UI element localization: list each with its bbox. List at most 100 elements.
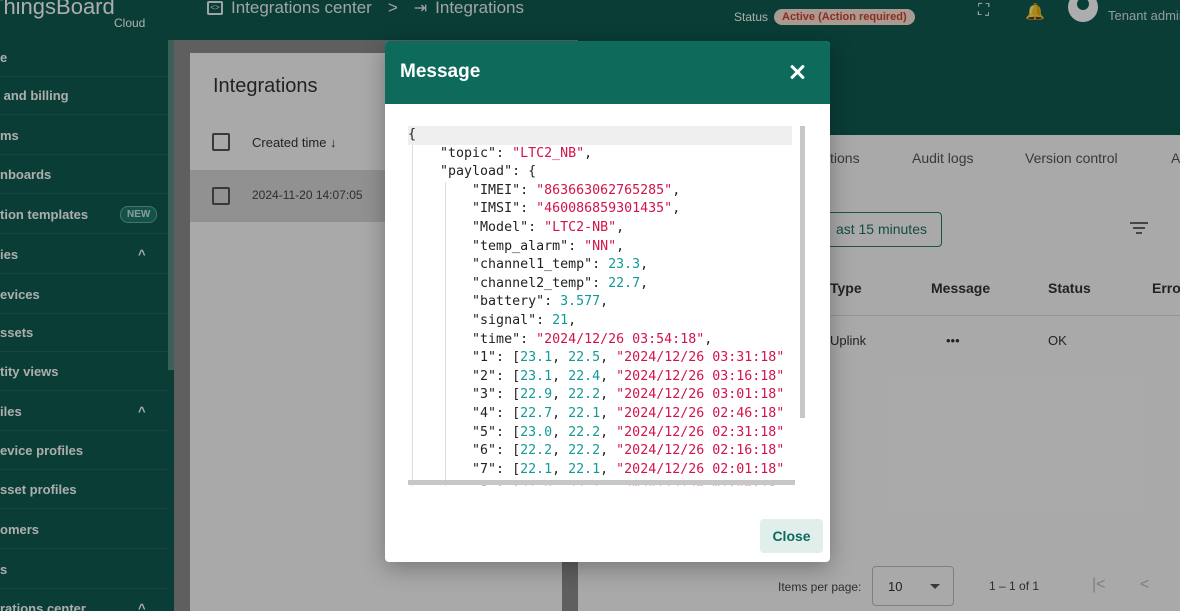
json-token: "payload": { xyxy=(408,164,537,180)
json-number: 22.2 xyxy=(568,387,601,403)
json-line: "battery": 3.577, xyxy=(408,293,608,312)
json-token: , xyxy=(600,387,617,403)
json-line: "2": [23.1, 22.4, "2024/12/26 03:16:18" xyxy=(408,368,784,387)
json-line: "Model": "LTC2-NB", xyxy=(408,219,624,238)
json-string: "LTC2-NB" xyxy=(544,220,617,235)
json-number: 3.577 xyxy=(560,294,601,310)
json-line: "signal": 21, xyxy=(408,312,576,331)
json-token: , xyxy=(552,406,569,421)
json-token: "2": [ xyxy=(408,368,521,384)
horizontal-scrollbar[interactable] xyxy=(408,480,795,485)
json-token: , xyxy=(600,406,617,421)
json-token: { xyxy=(408,127,417,142)
json-number: 23.0 xyxy=(520,424,553,440)
json-token: "4": [ xyxy=(408,406,521,421)
json-string: "863663062765285" xyxy=(536,182,673,198)
json-number: 22.9 xyxy=(520,387,553,403)
json-token: "6": [ xyxy=(408,443,521,459)
json-token: "channel2_temp": xyxy=(408,275,609,291)
json-token: "topic": xyxy=(408,145,513,161)
json-number: 22.1 xyxy=(520,461,553,477)
vertical-scrollbar[interactable] xyxy=(800,126,805,418)
json-line: "temp_alarm": "NN", xyxy=(408,238,624,257)
json-number: 22.2 xyxy=(568,424,601,440)
json-line: "topic": "LTC2_NB", xyxy=(408,145,592,164)
active-line-highlight xyxy=(408,126,792,145)
dialog-title: Message xyxy=(400,61,481,82)
json-line: "time": "2024/12/26 03:54:18", xyxy=(408,331,712,350)
json-token: "Model": xyxy=(408,220,545,235)
json-token: "5": [ xyxy=(408,424,521,440)
json-number: 23.3 xyxy=(608,257,641,273)
json-string: "2024/12/26 02:31:18" xyxy=(616,424,785,440)
json-token: , xyxy=(600,294,609,310)
json-string: "2024/12/26 03:54:18" xyxy=(536,331,705,347)
json-token: "1": [ xyxy=(408,350,521,366)
json-token: , xyxy=(600,461,617,477)
json-number: 22.4 xyxy=(568,368,601,384)
json-token: "battery": xyxy=(408,294,561,310)
json-string: "2024/12/26 02:16:18" xyxy=(616,443,785,459)
json-token: , xyxy=(584,145,593,161)
json-string: "2024/12/26 03:31:18" xyxy=(616,350,785,366)
json-token: , xyxy=(552,461,569,477)
json-viewer[interactable]: { "topic": "LTC2_NB", "payload": { "IMEI… xyxy=(408,126,805,530)
json-token: , xyxy=(600,350,617,366)
message-dialog: Message { "topic": "LTC2_NB", "payload":… xyxy=(385,41,830,562)
json-token: , xyxy=(704,331,713,347)
json-token: "IMEI": xyxy=(408,182,537,198)
close-icon[interactable] xyxy=(785,60,809,84)
json-content: { "topic": "LTC2_NB", "payload": { "IMEI… xyxy=(408,126,792,486)
json-token: "IMSI": xyxy=(408,201,537,217)
json-token: , xyxy=(600,424,617,440)
close-button[interactable]: Close xyxy=(760,519,823,553)
json-string: "NN" xyxy=(584,238,617,254)
json-token: "time": xyxy=(408,331,537,347)
json-token: , xyxy=(616,238,625,254)
json-string: "LTC2_NB" xyxy=(512,145,585,161)
json-token: , xyxy=(672,182,681,198)
json-number: 23.1 xyxy=(520,350,553,366)
json-string: "460086859301435" xyxy=(536,201,673,217)
json-number: 22.2 xyxy=(520,443,553,459)
json-token: , xyxy=(616,220,625,235)
json-line: "7": [22.1, 22.1, "2024/12/26 02:01:18" xyxy=(408,461,784,480)
json-number: 22.1 xyxy=(568,461,601,477)
json-token: , xyxy=(552,443,569,459)
json-line: "4": [22.7, 22.1, "2024/12/26 02:46:18" xyxy=(408,405,784,424)
json-token: , xyxy=(600,443,617,459)
json-line: "payload": { xyxy=(408,163,536,182)
json-line: "3": [22.9, 22.2, "2024/12/26 03:01:18" xyxy=(408,386,784,405)
json-number: 22.7 xyxy=(608,275,641,291)
json-token: , xyxy=(672,201,681,217)
json-line: "IMSI": "460086859301435", xyxy=(408,200,680,219)
json-number: 22.1 xyxy=(568,406,601,421)
json-token: , xyxy=(552,387,569,403)
json-token: , xyxy=(552,350,569,366)
json-number: 21 xyxy=(552,313,569,328)
json-line: "channel2_temp": 22.7, xyxy=(408,275,648,294)
json-string: "2024/12/26 02:01:18" xyxy=(616,461,785,477)
json-line: "channel1_temp": 23.3, xyxy=(408,256,648,275)
json-line: "6": [22.2, 22.2, "2024/12/26 02:16:18" xyxy=(408,442,784,461)
json-token: , xyxy=(552,368,569,384)
json-token: "channel1_temp": xyxy=(408,257,609,273)
json-number: 23.1 xyxy=(520,368,553,384)
json-line: "5": [23.0, 22.2, "2024/12/26 02:31:18" xyxy=(408,424,784,443)
json-token: "signal": xyxy=(408,313,553,328)
json-token: , xyxy=(640,257,649,273)
json-string: "2024/12/26 03:01:18" xyxy=(616,387,785,403)
json-token: "temp_alarm": xyxy=(408,238,585,254)
json-number: 22.5 xyxy=(568,350,601,366)
json-token: , xyxy=(568,313,577,328)
json-line: "IMEI": "863663062765285", xyxy=(408,182,680,201)
json-token: , xyxy=(552,424,569,440)
json-token: "7": [ xyxy=(408,461,521,477)
json-token: , xyxy=(640,275,649,291)
json-number: 22.2 xyxy=(568,443,601,459)
json-token: , xyxy=(600,368,617,384)
json-line: "1": [23.1, 22.5, "2024/12/26 03:31:18" xyxy=(408,349,784,368)
json-number: 22.7 xyxy=(520,406,553,421)
json-string: "2024/12/26 02:46:18" xyxy=(616,406,785,421)
json-token: "3": [ xyxy=(408,387,521,403)
